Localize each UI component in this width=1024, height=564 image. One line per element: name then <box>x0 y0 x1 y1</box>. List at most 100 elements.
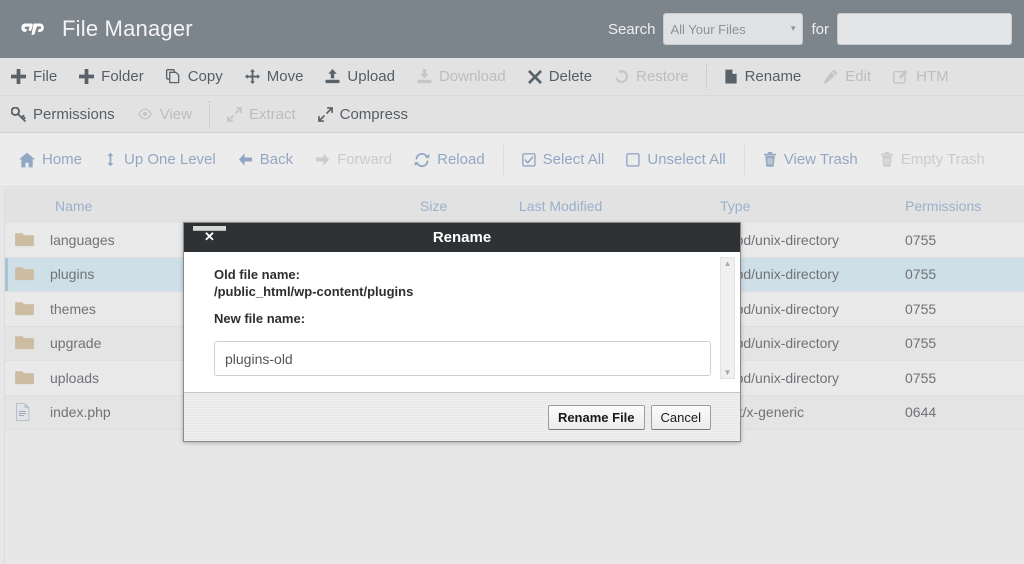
column-header-name[interactable]: Name <box>5 198 420 214</box>
toolbar-item-label: HTM <box>916 68 949 85</box>
folder-icon <box>15 334 35 352</box>
close-icon[interactable]: ✕ <box>193 226 226 244</box>
nav-item-unselect-all[interactable]: Unselect All <box>615 151 736 168</box>
reload-icon <box>414 152 430 168</box>
cell-permissions: 0755 <box>905 335 937 352</box>
dialog-title: Rename <box>432 229 492 246</box>
toolbar-item-copy[interactable]: Copy <box>155 58 234 95</box>
scroll-down-icon[interactable]: ▼ <box>724 367 732 378</box>
file-name: themes <box>50 300 96 317</box>
cell-type: httpd/unix-directory <box>720 335 840 352</box>
nav-item-label: Back <box>259 151 294 168</box>
restore-icon <box>614 69 629 84</box>
toolbar-item-label: Permissions <box>33 105 115 123</box>
download-icon <box>417 69 432 84</box>
search-scope-value: All Your Files <box>670 21 746 37</box>
toolbar-item-label: Restore <box>636 68 689 85</box>
table-header-row: Name Size Last Modified Type Permissions <box>5 188 1024 223</box>
column-header-last-modified[interactable]: Last Modified <box>519 198 720 214</box>
scroll-up-icon[interactable]: ▲ <box>724 258 732 269</box>
toolbar-item-delete[interactable]: Delete <box>517 58 603 95</box>
search-scope-select[interactable]: All Your Files ▾ <box>663 13 804 45</box>
checkbox-checked-icon <box>521 152 536 167</box>
search-label: Search <box>607 20 656 38</box>
arrow-left-icon <box>238 152 253 167</box>
new-file-name-input[interactable] <box>214 341 711 376</box>
nav-divider <box>743 144 745 175</box>
trash-icon <box>880 152 894 167</box>
delete-x-icon <box>527 69 542 84</box>
toolbar-item-move[interactable]: Move <box>234 58 315 95</box>
toolbar-divider <box>208 101 210 127</box>
cell-permissions: 0755 <box>905 369 937 386</box>
file-name: plugins <box>50 266 95 283</box>
nav-item-select-all[interactable]: Select All <box>511 151 616 168</box>
toolbar-item-label: Rename <box>744 68 802 85</box>
toolbar-item-download: Download <box>406 58 517 95</box>
folder-icon <box>15 265 35 283</box>
folder-icon <box>15 369 35 387</box>
file-name: index.php <box>50 404 111 421</box>
cpanel-logo-icon <box>20 14 50 44</box>
old-file-name-label: Old file name: <box>214 267 300 282</box>
plus-icon <box>11 69 26 84</box>
toolbar-item-restore: Restore <box>603 58 700 95</box>
toolbar-item-label: Compress <box>339 105 408 123</box>
checkbox-empty-icon <box>626 152 641 167</box>
nav-item-reload[interactable]: Reload <box>403 151 496 168</box>
search-input[interactable] <box>837 13 1012 45</box>
search-for-label: for <box>811 20 829 38</box>
nav-item-home[interactable]: Home <box>8 151 93 168</box>
nav-item-up-one-level[interactable]: Up One Level <box>93 151 227 168</box>
toolbar-item-extract: Extract <box>216 96 307 132</box>
toolbar-divider <box>705 63 707 90</box>
nav-item-label: Empty Trash <box>900 151 985 168</box>
folder-icon <box>15 300 35 318</box>
nav-item-back[interactable]: Back <box>227 151 304 168</box>
nav-item-label: Up One Level <box>124 151 216 168</box>
file-manager-app: File Manager Search All Your Files ▾ for… <box>0 0 1024 564</box>
dialog-scrollbar[interactable]: ▲ ▼ <box>720 257 735 379</box>
toolbar-item-label: Extract <box>248 105 296 123</box>
file-name: uploads <box>50 369 100 386</box>
nav-item-view-trash[interactable]: View Trash <box>752 151 869 168</box>
toolbar-item-upload[interactable]: Upload <box>314 58 406 95</box>
brand: File Manager <box>0 14 193 44</box>
column-header-permissions[interactable]: Permissions <box>905 198 1015 214</box>
chevron-down-icon: ▾ <box>790 22 796 33</box>
nav-item-label: Select All <box>542 151 605 168</box>
plus-icon <box>79 69 95 84</box>
toolbar-item-rename[interactable]: Rename <box>713 58 813 95</box>
app-title: File Manager <box>62 16 193 41</box>
toolbar-item-label: View <box>159 105 192 123</box>
nav-item-label: Home <box>42 151 83 168</box>
cancel-button[interactable]: Cancel <box>650 404 711 430</box>
column-header-size[interactable]: Size <box>420 198 519 214</box>
file-name: upgrade <box>50 335 102 352</box>
toolbar-item-folder[interactable]: Folder <box>68 58 155 95</box>
toolbar-primary: File Folder Copy Move Upload Download Delete Re… <box>0 58 1024 96</box>
file-icon <box>724 69 738 84</box>
toolbar-item-file[interactable]: File <box>0 58 68 95</box>
cell-type: httpd/unix-directory <box>720 266 840 283</box>
column-header-type[interactable]: Type <box>720 198 905 214</box>
nav-item-label: Reload <box>437 151 485 168</box>
home-icon <box>19 152 35 168</box>
pencil-icon <box>823 69 838 84</box>
new-file-name-label: New file name: <box>214 311 306 326</box>
nav-item-empty-trash: Empty Trash <box>869 151 996 168</box>
key-icon <box>11 106 26 122</box>
rename-file-button[interactable]: Rename File <box>547 404 645 430</box>
file-php-icon <box>15 403 35 422</box>
cell-permissions: 0755 <box>905 266 937 283</box>
toolbar-item-label: Download <box>438 68 506 85</box>
compress-icon <box>317 106 333 122</box>
toolbar-item-label: Delete <box>548 68 593 85</box>
rename-dialog: ✕ Rename Old file name: /public_html/wp-… <box>183 222 741 442</box>
navigation-bar: Home Up One Level Back Forward Reload Select … <box>0 133 1024 187</box>
cell-type: httpd/unix-directory <box>720 369 840 386</box>
nav-item-forward: Forward <box>304 151 403 168</box>
toolbar-item-label: Folder <box>101 68 144 85</box>
toolbar-item-compress[interactable]: Compress <box>307 96 419 132</box>
toolbar-item-permissions[interactable]: Permissions <box>0 96 126 132</box>
